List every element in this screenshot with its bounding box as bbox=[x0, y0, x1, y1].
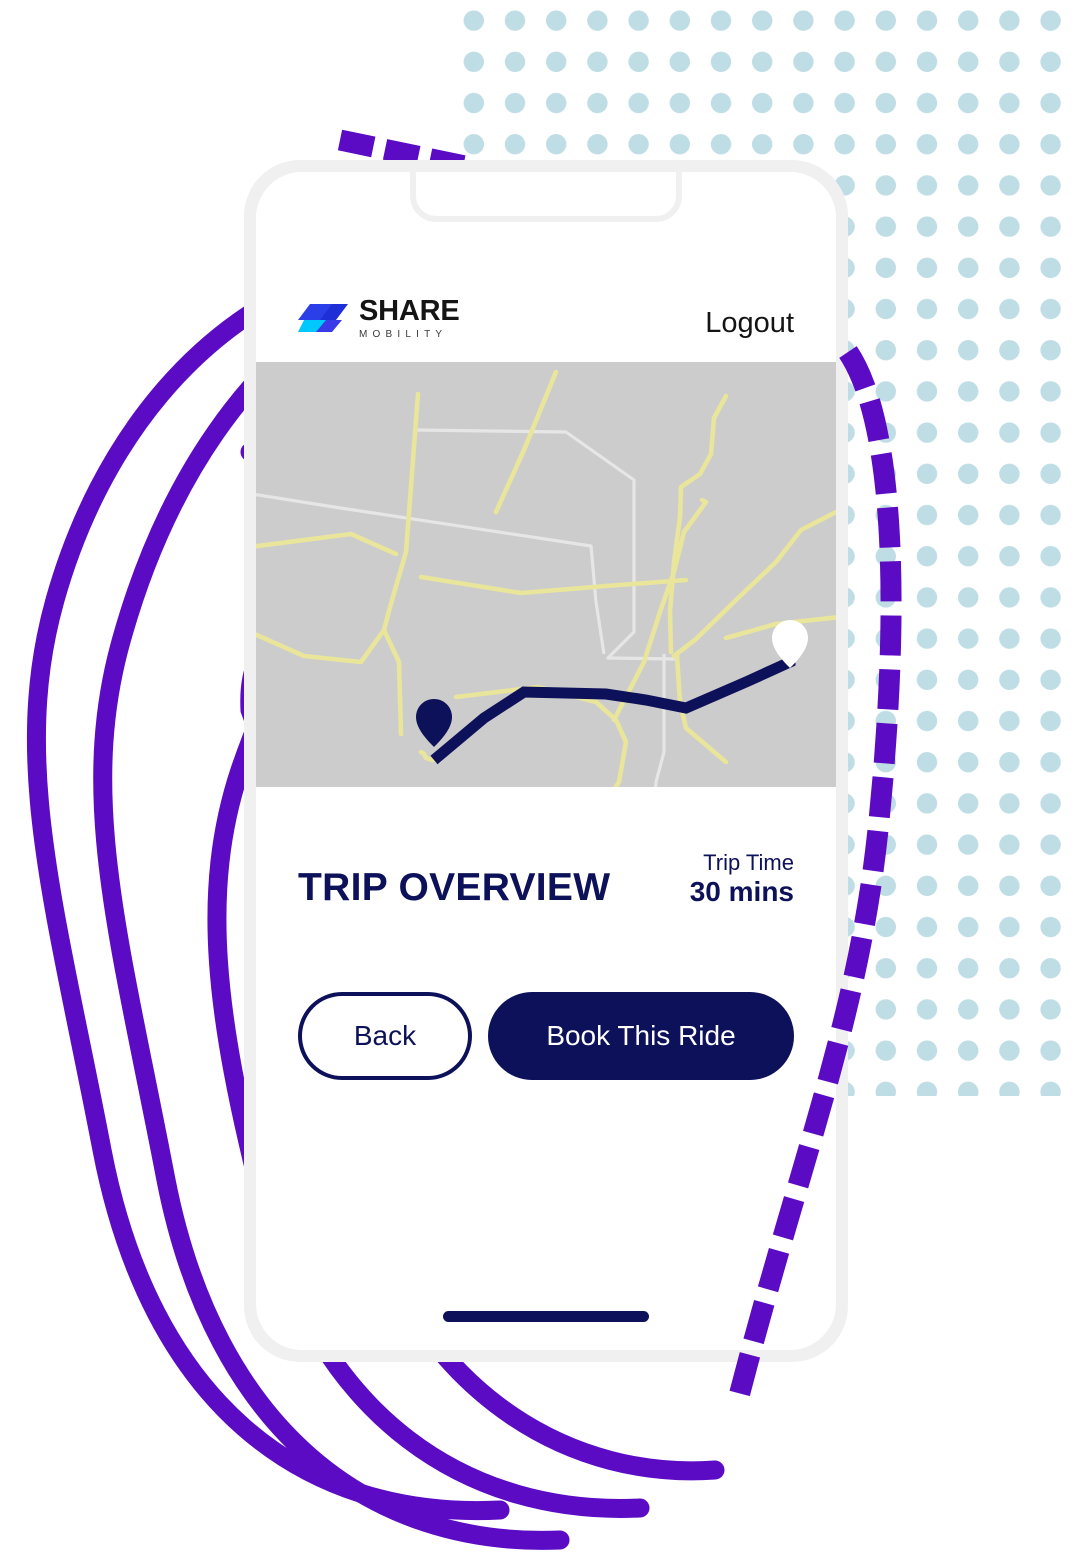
trip-time-value: 30 mins bbox=[689, 875, 794, 907]
trip-summary-row: TRIP OVERVIEW Trip Time 30 mins bbox=[298, 787, 794, 910]
trip-time-block: Trip Time 30 mins bbox=[690, 851, 794, 910]
page-title: TRIP OVERVIEW bbox=[298, 865, 611, 909]
map-canvas bbox=[256, 362, 836, 787]
brand-wordmark: SHARE MOBILITY bbox=[359, 297, 460, 340]
share-mobility-logo-icon bbox=[298, 303, 348, 332]
brand-name: SHARE bbox=[359, 295, 460, 327]
brand-subtitle: MOBILITY bbox=[359, 329, 448, 340]
book-ride-button[interactable]: Book This Ride bbox=[488, 991, 794, 1080]
home-indicator[interactable] bbox=[443, 1311, 649, 1322]
action-row: Back Book This Ride bbox=[298, 991, 794, 1080]
map-background bbox=[256, 362, 836, 787]
trip-map[interactable] bbox=[256, 362, 836, 787]
brand-logo: SHARE MOBILITY bbox=[298, 297, 460, 340]
phone-screen: SHARE MOBILITY Logout TRIP OVERVIEW Trip… bbox=[256, 172, 836, 1350]
logout-button[interactable]: Logout bbox=[705, 307, 794, 340]
trip-overview-panel: TRIP OVERVIEW Trip Time 30 mins Back Boo… bbox=[256, 787, 836, 1080]
trip-time-label: Trip Time bbox=[703, 850, 794, 875]
phone-notch bbox=[410, 172, 682, 222]
phone-device-frame: SHARE MOBILITY Logout TRIP OVERVIEW Trip… bbox=[244, 160, 848, 1362]
back-button[interactable]: Back bbox=[298, 991, 472, 1080]
